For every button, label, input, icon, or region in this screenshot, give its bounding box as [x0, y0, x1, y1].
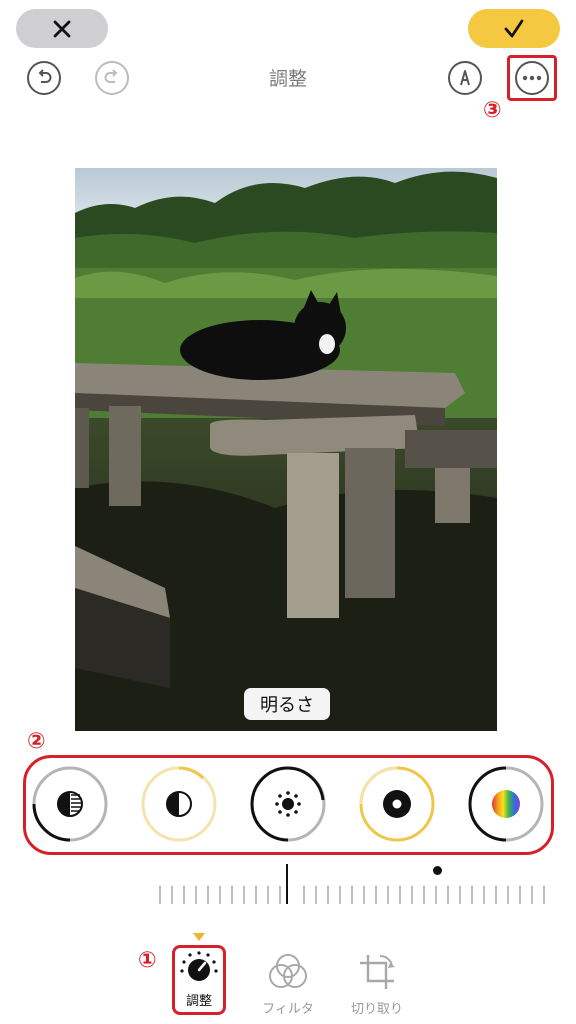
adjust-dial-icon: [180, 951, 218, 981]
annotation-marker-2: ②: [27, 729, 46, 754]
brightness-icon: [250, 766, 326, 842]
crop-rotate-icon: [360, 954, 395, 989]
tab-filters[interactable]: フィルタ: [255, 952, 321, 1017]
tool-brilliance[interactable]: [141, 766, 217, 842]
tool-black-point[interactable]: [359, 766, 435, 842]
photo-preview[interactable]: [75, 168, 497, 731]
markup-button[interactable]: [448, 61, 482, 95]
annotation-marker-3: ③: [483, 98, 502, 123]
slider-default-dot: [433, 866, 442, 875]
more-ellipsis-icon: [522, 75, 542, 81]
tab-adjust[interactable]: 調整: [172, 948, 226, 1009]
tool-saturation[interactable]: [468, 766, 544, 842]
done-button[interactable]: [468, 9, 560, 48]
tool-brightness[interactable]: [250, 766, 326, 842]
annotation-marker-1: ①: [138, 948, 157, 973]
slider-ticks[interactable]: [158, 886, 550, 906]
checkmark-icon: [504, 19, 524, 37]
markup-pen-icon: [460, 70, 470, 86]
tab-crop-label: 切り取り: [350, 1002, 403, 1017]
more-button[interactable]: [515, 61, 549, 95]
cancel-button[interactable]: [16, 9, 108, 48]
close-icon: [53, 20, 71, 37]
filters-icon: [269, 954, 307, 988]
exposure-icon: [32, 766, 108, 842]
tab-adjust-label: 調整: [185, 994, 212, 1009]
tool-exposure[interactable]: [32, 766, 108, 842]
black-point-icon: [359, 766, 435, 842]
active-tab-indicator: [193, 933, 205, 941]
page-title: 調整: [268, 68, 307, 90]
photo-image: [75, 168, 497, 731]
brilliance-icon: [141, 766, 217, 842]
tab-filters-label: フィルタ: [262, 1002, 314, 1017]
tab-crop[interactable]: 切り取り: [342, 952, 412, 1017]
parameter-label: 明るさ: [244, 688, 330, 720]
saturation-icon: [468, 766, 544, 842]
